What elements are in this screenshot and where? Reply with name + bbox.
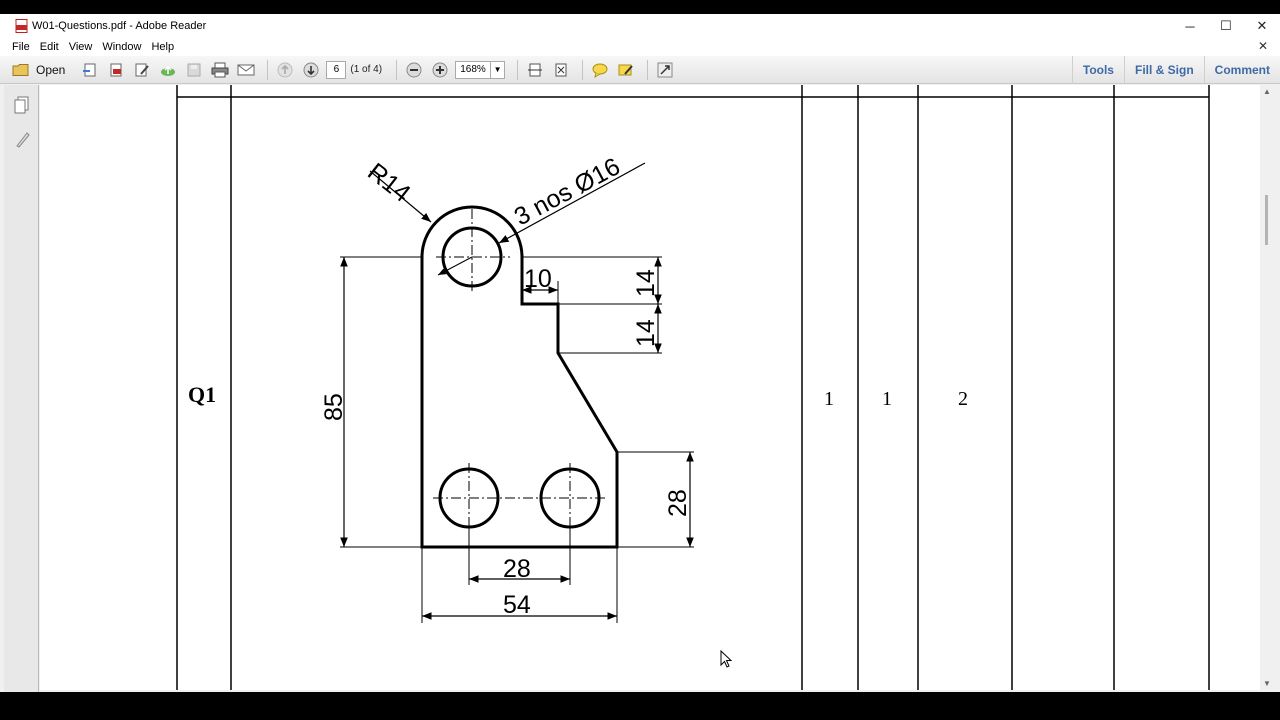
previous-page-icon[interactable] <box>274 59 296 81</box>
navigation-panel <box>4 85 39 692</box>
separator <box>582 59 584 80</box>
dim-label-85: 85 <box>320 393 348 421</box>
open-button[interactable]: Open <box>12 63 65 77</box>
folder-icon <box>12 63 29 76</box>
dim-label-14-b: 14 <box>632 319 660 347</box>
tools-pane-button[interactable]: Tools <box>1071 56 1124 84</box>
save-icon[interactable] <box>183 59 205 81</box>
dim-label-54: 54 <box>503 591 531 619</box>
window-title: W01-Questions.pdf - Adobe Reader <box>32 20 207 32</box>
fill-sign-pane-button[interactable]: Fill & Sign <box>1123 56 1204 84</box>
zoom-dropdown-icon[interactable]: ▼ <box>491 60 506 79</box>
upload-cloud-icon[interactable] <box>157 59 179 81</box>
email-icon[interactable] <box>235 59 257 81</box>
separator <box>517 59 519 80</box>
close-button[interactable]: ✕ <box>1244 14 1280 38</box>
open-label: Open <box>36 62 66 77</box>
zoom-out-icon[interactable] <box>403 59 425 81</box>
mouse-cursor-icon <box>720 650 732 668</box>
dim-label-28-bottom: 28 <box>503 555 531 583</box>
dim-label-holes: 3 nos Ø16 <box>510 152 625 231</box>
highlight-icon[interactable] <box>615 59 637 81</box>
zoom-level-input[interactable]: 168% <box>455 60 492 79</box>
next-page-icon[interactable] <box>300 59 322 81</box>
expand-icon[interactable] <box>654 59 676 81</box>
title-bar: W01-Questions.pdf - Adobe Reader ─ ☐ ✕ <box>0 14 1280 38</box>
reader-window: W01-Questions.pdf - Adobe Reader ─ ☐ ✕ F… <box>0 14 1280 692</box>
toolbar: Open 6 (1 of 4) 168% ▼ Tools Fill & Sign… <box>0 56 1280 84</box>
maximize-button[interactable]: ☐ <box>1208 14 1244 38</box>
fit-page-icon[interactable] <box>550 59 572 81</box>
export-pdf-icon[interactable] <box>105 59 127 81</box>
scroll-thumb[interactable] <box>1265 195 1268 245</box>
dim-label-r14: R14 <box>362 158 415 208</box>
menu-file[interactable]: File <box>12 41 30 53</box>
separator <box>647 59 649 80</box>
separator <box>267 59 269 80</box>
document-page: Q1 1 1 2 R14 3 nos Ø16 85 10 14 14 28 28… <box>40 85 1260 690</box>
sticky-note-icon[interactable] <box>589 59 611 81</box>
pdf-app-icon <box>14 19 28 33</box>
dim-label-28-right: 28 <box>664 489 692 517</box>
taskbar <box>0 692 1280 720</box>
menu-view[interactable]: View <box>69 41 93 53</box>
page-number-input[interactable]: 6 <box>326 60 347 79</box>
separator <box>396 59 398 80</box>
engineering-drawing: R14 3 nos Ø16 85 10 14 14 28 28 54 <box>320 152 694 623</box>
close-document-icon[interactable]: ✕ <box>1258 39 1268 53</box>
comment-pane-button[interactable]: Comment <box>1203 56 1280 84</box>
part-outline <box>420 205 619 549</box>
menu-help[interactable]: Help <box>151 41 174 53</box>
menu-edit[interactable]: Edit <box>40 41 59 53</box>
vertical-scrollbar[interactable]: ▲ ▼ <box>1260 85 1274 690</box>
scroll-up-icon[interactable]: ▲ <box>1263 87 1271 96</box>
print-icon[interactable] <box>209 59 231 81</box>
dim-label-10: 10 <box>524 265 552 293</box>
scroll-down-icon[interactable]: ▼ <box>1263 679 1271 688</box>
dim-label-14-a: 14 <box>632 269 660 297</box>
signature-icon[interactable] <box>12 129 32 149</box>
menu-window[interactable]: Window <box>102 41 141 53</box>
page-count: (1 of 4) <box>350 64 383 75</box>
minimize-button[interactable]: ─ <box>1172 14 1208 38</box>
edit-pdf-icon[interactable] <box>131 59 153 81</box>
menu-bar: File Edit View Window Help ✕ <box>0 38 1280 56</box>
create-pdf-icon[interactable] <box>79 59 101 81</box>
zoom-in-icon[interactable] <box>429 59 451 81</box>
page-thumbnails-icon[interactable] <box>12 95 32 115</box>
fit-width-icon[interactable] <box>524 59 546 81</box>
